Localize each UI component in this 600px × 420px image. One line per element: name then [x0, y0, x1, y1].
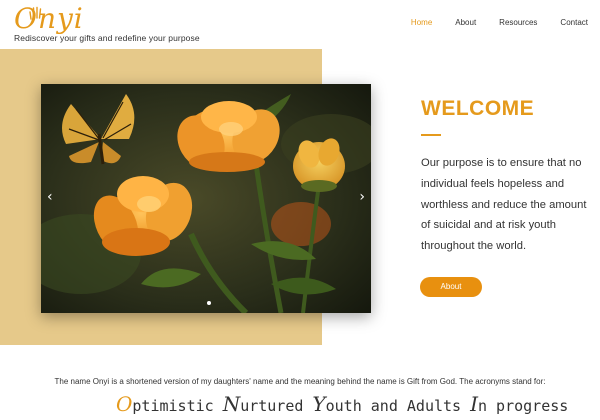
purpose-text: Our purpose is to ensure that no individ…: [421, 157, 587, 253]
slide-image-flowers: [41, 84, 371, 313]
acronym-in-progress: I n progress: [470, 392, 568, 416]
name-meaning-text: The name Onyi is a shortened version of …: [54, 377, 546, 386]
acronym-list: O ptimistic N urtured Y outh and Adults …: [116, 392, 577, 416]
nav-about[interactable]: About: [455, 18, 476, 27]
acronym-initial: I: [470, 392, 478, 416]
nav-contact[interactable]: Contact: [560, 18, 588, 27]
acronym-word: outh and Adults: [325, 397, 462, 415]
slider-prev-icon[interactable]: ‹: [47, 190, 53, 204]
about-button[interactable]: About: [420, 277, 482, 297]
heading-divider: [421, 134, 441, 136]
acronym-nurtured: N urtured: [223, 392, 304, 416]
welcome-heading: WELCOME: [421, 97, 535, 120]
slider-next-icon[interactable]: ›: [359, 190, 365, 204]
main-nav: Home About Resources Contact: [388, 18, 588, 27]
nav-resources[interactable]: Resources: [499, 18, 537, 27]
acronym-optimistic: O ptimistic: [116, 392, 214, 416]
acronym-youth: Y outh and Adults: [312, 392, 461, 416]
acronym-initial: N: [222, 392, 241, 416]
acronym-word: ptimistic: [132, 397, 214, 415]
image-slider[interactable]: ‹ ›: [41, 84, 371, 313]
logo-text: Onyi: [14, 2, 84, 35]
logo[interactable]: Onyi: [14, 2, 83, 35]
acronym-initial: O: [116, 392, 133, 416]
nav-home[interactable]: Home: [411, 18, 432, 27]
slider-dot[interactable]: [207, 301, 211, 305]
tagline: Rediscover your gifts and redefine your …: [14, 33, 200, 43]
acronym-initial: Y: [312, 392, 326, 416]
acronym-word: n progress: [477, 397, 569, 415]
acronym-word: urtured: [240, 397, 304, 415]
